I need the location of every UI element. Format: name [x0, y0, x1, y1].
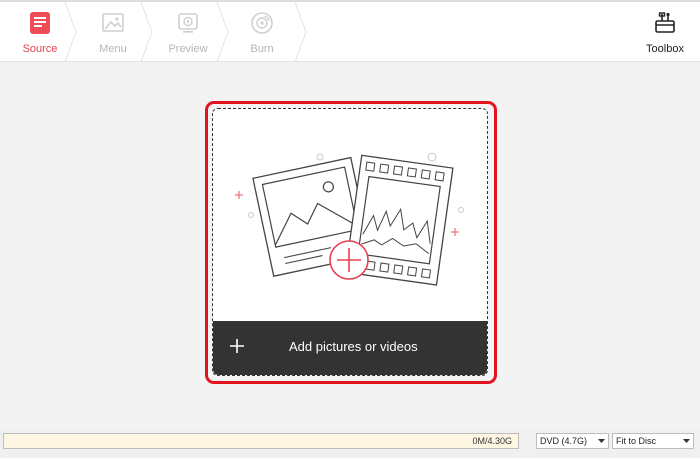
- tab-preview-label: Preview: [168, 43, 208, 55]
- chevron-down-icon: [683, 439, 690, 443]
- tab-burn[interactable]: Burn: [224, 2, 300, 62]
- source-icon: [30, 12, 50, 34]
- menu-icon: [102, 13, 124, 32]
- tab-preview[interactable]: Preview: [150, 2, 226, 62]
- disc-type-select[interactable]: DVD (4.7G): [536, 433, 609, 449]
- status-bar: 0M/4.30G DVD (4.7G) Fit to Disc: [0, 428, 700, 458]
- toolbox-icon: [655, 12, 675, 33]
- preview-icon: [178, 13, 198, 33]
- add-media-label: Add pictures or videos: [289, 339, 418, 354]
- add-media-illustration: [235, 152, 464, 286]
- media-dropzone[interactable]: Add pictures or videos: [212, 108, 488, 376]
- disc-capacity-value: 0M/4.30G: [472, 436, 512, 446]
- toolbox-button[interactable]: Toolbox: [640, 2, 690, 62]
- step-separator: [294, 2, 307, 62]
- add-media-bar[interactable]: Add pictures or videos: [213, 321, 487, 375]
- plus-icon: [230, 339, 244, 353]
- disc-type-value: DVD (4.7G): [540, 436, 588, 446]
- toolbox-label: Toolbox: [646, 43, 684, 55]
- fit-mode-value: Fit to Disc: [616, 436, 657, 446]
- tab-burn-label: Burn: [250, 43, 274, 55]
- workflow-steps: Source Menu Preview Burn: [0, 2, 320, 62]
- tab-source-label: Source: [22, 43, 58, 55]
- chevron-down-icon: [598, 439, 605, 443]
- toolbar: Source Menu Preview Burn Toolbox: [0, 0, 700, 62]
- tab-menu-label: Menu: [99, 43, 127, 55]
- burn-icon: [251, 12, 273, 34]
- disc-capacity-bar: 0M/4.30G: [3, 433, 519, 449]
- fit-mode-select[interactable]: Fit to Disc: [612, 433, 694, 449]
